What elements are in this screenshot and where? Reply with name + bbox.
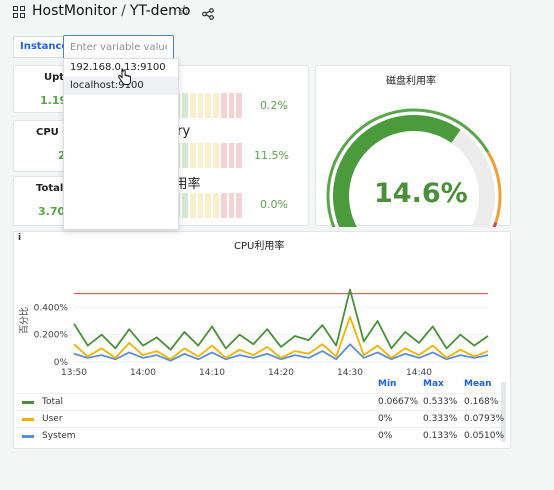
bar-gauge-value-0: 0.2% <box>260 99 288 112</box>
bar-gauge-segment <box>197 93 204 118</box>
gauge-fill <box>333 115 461 227</box>
legend-swatch <box>22 401 34 404</box>
y-tick-label: 0% <box>54 358 69 368</box>
bar-gauge-segment <box>213 143 219 168</box>
legend-name: System <box>42 431 76 441</box>
bar-gauge-segment <box>213 193 219 218</box>
bar-gauge-segment <box>236 93 242 118</box>
x-tick-label: 14:10 <box>199 368 225 378</box>
bar-gauge-segment <box>205 93 211 118</box>
bar-gauge-segment <box>182 193 188 218</box>
bar-gauge-segment <box>213 93 219 118</box>
bar-gauge-value-1: 11.5% <box>254 149 289 162</box>
legend-row-user[interactable]: User 0% 0.333% 0.0793% <box>16 410 505 427</box>
legend-header-mean: Mean <box>464 379 492 389</box>
breadcrumb-separator: / <box>121 3 126 19</box>
bar-gauge-segment <box>182 93 188 118</box>
legend-mean: 0.0793% <box>464 414 505 424</box>
cpu-chart: 0% 0.200% 0.400% 13:50 14:00 14:10 14:20 14:30 1… <box>34 288 489 378</box>
x-tick-label: 14:00 <box>130 368 156 378</box>
bar-gauge-segment <box>228 143 235 168</box>
bar-gauge-segment <box>220 93 227 118</box>
disk-gauge-value: 14.6% <box>374 178 468 209</box>
legend-name: Total <box>42 397 64 407</box>
legend-min: 0% <box>378 414 393 424</box>
series-line-total <box>73 288 489 351</box>
bar-gauge-segment <box>220 143 227 168</box>
legend-swatch <box>22 418 34 421</box>
variable-input[interactable] <box>63 35 174 59</box>
legend-name: User <box>42 414 63 424</box>
x-tick-label: 14:30 <box>337 368 363 378</box>
legend-max: 0.333% <box>423 414 458 424</box>
bar-gauge-segment <box>236 143 242 168</box>
bar-gauge-segment <box>189 93 196 118</box>
legend-min: 0% <box>378 431 393 441</box>
bar-gauge-segment <box>220 193 227 218</box>
x-tick-label: 14:40 <box>406 368 432 378</box>
bar-gauge-segment <box>228 93 235 118</box>
x-tick-label: 13:50 <box>61 368 87 378</box>
legend-row-system[interactable]: System 0% 0.133% 0.0510% <box>16 427 505 444</box>
bar-gauge-segment <box>189 143 196 168</box>
x-tick-label: 14:20 <box>268 368 294 378</box>
bar-gauge-segment <box>189 193 196 218</box>
legend-mean: 0.168% <box>464 397 499 407</box>
star-icon[interactable]: ☆ <box>178 3 191 19</box>
bar-gauge-segment <box>182 143 188 168</box>
share-icon[interactable] <box>202 5 214 24</box>
bar-gauge-segment <box>197 193 204 218</box>
legend-header-min: Min <box>378 379 397 389</box>
bar-gauge-segment <box>197 143 204 168</box>
y-tick-label: 0.200% <box>34 331 69 341</box>
breadcrumb-folder[interactable]: HostMonitor <box>32 3 117 19</box>
legend-max: 0.533% <box>423 397 458 407</box>
legend-min: 0.0667% <box>378 397 419 407</box>
y-tick-label: 0.400% <box>34 303 69 313</box>
bar-gauge-segment <box>205 193 211 218</box>
legend-header-max: Max <box>423 379 444 389</box>
bar-gauge-segment <box>228 193 235 218</box>
legend-mean: 0.0510% <box>464 431 505 441</box>
disk-gauge-panel: 磁盘利用率 14.6% <box>315 65 511 227</box>
legend-row-total[interactable]: Total 0.0667% 0.533% 0.168% <box>16 393 502 410</box>
legend-max: 0.133% <box>423 431 458 441</box>
hand-cursor-icon <box>118 68 131 85</box>
bar-gauge-value-2: 0.0% <box>260 198 288 211</box>
dashboards-grid-icon[interactable] <box>13 6 25 18</box>
legend-swatch <box>22 435 34 438</box>
bar-gauge-segment <box>205 143 211 168</box>
bar-gauge-segment <box>236 193 242 218</box>
top-bar: HostMonitor / YT-demo ☆ <box>0 0 554 28</box>
breadcrumb: HostMonitor / YT-demo <box>32 3 190 19</box>
